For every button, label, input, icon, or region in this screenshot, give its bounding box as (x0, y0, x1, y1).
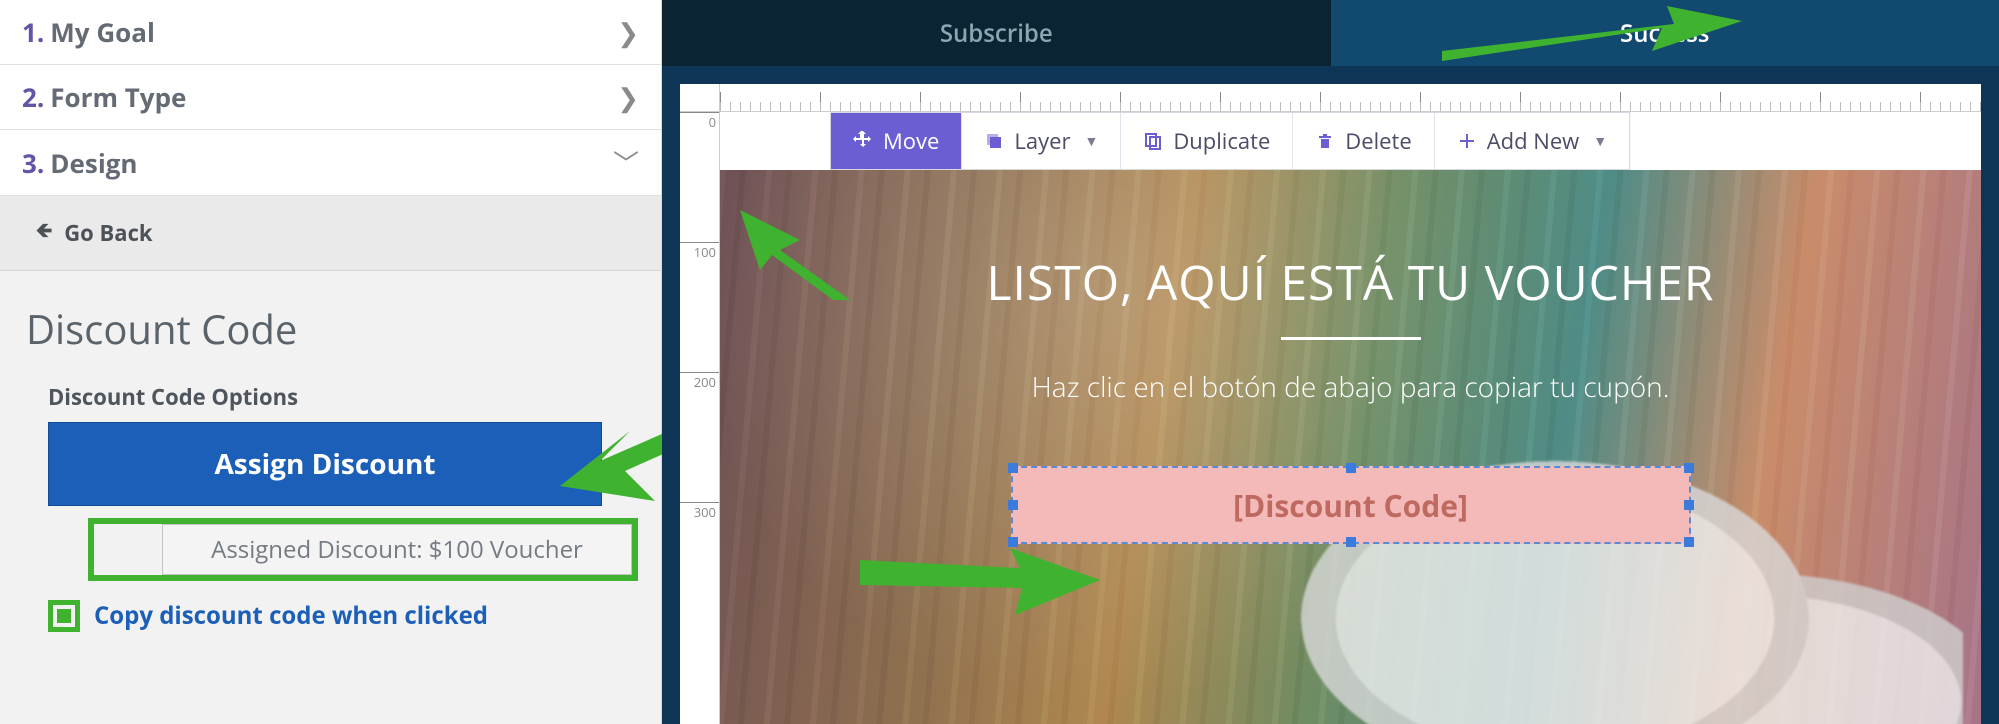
resize-handle[interactable] (1684, 463, 1694, 473)
editor: Subscribe Success 0 100 200 300 (662, 0, 1999, 724)
canvas[interactable]: Move Layer ▼ (720, 112, 1981, 724)
stage-wrap: 0 100 200 300 Move (662, 66, 1999, 724)
step-label: 2.Form Type (22, 79, 186, 115)
chevron-down-icon: ﹀ (613, 144, 639, 181)
resize-handle[interactable] (1008, 463, 1018, 473)
arrow-left-icon: 🡸 (36, 216, 52, 250)
popup-subtitle[interactable]: Haz clic en el botón de abajo para copia… (1032, 368, 1670, 406)
duplicate-button[interactable]: Duplicate (1121, 113, 1293, 169)
resize-handle[interactable] (1684, 537, 1694, 547)
trash-icon (1315, 131, 1335, 151)
options-label: Discount Code Options (48, 382, 635, 412)
layer-icon (984, 131, 1004, 151)
caret-down-icon: ▼ (1084, 132, 1098, 151)
move-icon (853, 131, 873, 151)
delete-label: Delete (1345, 126, 1411, 156)
ruler-vertical[interactable]: 0 100 200 300 (680, 112, 720, 724)
step-label: 3.Design (22, 145, 138, 181)
go-back-button[interactable]: 🡸 Go Back (0, 196, 661, 271)
add-new-label: Add New (1487, 126, 1580, 156)
step-label: 1.My Goal (22, 14, 155, 50)
ruler-horizontal[interactable] (720, 84, 1981, 112)
discount-code-element[interactable]: [Discount Code] (1011, 466, 1691, 544)
assigned-highlight: Assigned Discount: $100 Voucher (88, 518, 638, 581)
move-button[interactable]: Move (831, 113, 962, 169)
duplicate-label: Duplicate (1173, 126, 1270, 156)
discount-panel: Discount Code Discount Code Options Assi… (0, 271, 661, 724)
popup-preview[interactable]: LISTO, AQUÍ ESTÁ TU VOUCHER Haz clic en … (720, 170, 1981, 724)
ruler-tick-label: 100 (694, 243, 716, 261)
panel-title: Discount Code (26, 301, 635, 356)
duplicate-icon (1143, 131, 1163, 151)
go-back-label: Go Back (64, 218, 152, 248)
popup-divider (1281, 337, 1421, 340)
layer-button[interactable]: Layer ▼ (962, 113, 1121, 169)
sidebar: 1.My Goal ❯ 2.Form Type ❯ 3.Design ﹀ 🡸 G… (0, 0, 662, 724)
caret-down-icon: ▼ (1593, 132, 1607, 151)
add-new-button[interactable]: Add New ▼ (1435, 113, 1629, 169)
tab-success[interactable]: Success (1331, 0, 1999, 66)
ruler-tick-label: 300 (694, 503, 716, 521)
move-label: Move (883, 126, 939, 156)
discount-code-placeholder: [Discount Code] (1233, 485, 1468, 526)
resize-handle[interactable] (1008, 537, 1018, 547)
resize-handle[interactable] (1684, 500, 1694, 510)
step-design[interactable]: 3.Design ﹀ (0, 130, 661, 196)
stage: 0 100 200 300 Move (680, 84, 1981, 724)
chevron-right-icon: ❯ (617, 14, 639, 50)
ruler-tick-label: 200 (694, 373, 716, 391)
delete-button[interactable]: Delete (1293, 113, 1434, 169)
copy-label: Copy discount code when clicked (94, 599, 488, 632)
copy-when-clicked-row[interactable]: Copy discount code when clicked (48, 599, 635, 632)
copy-checkbox[interactable] (48, 600, 80, 632)
annotation-arrow-icon (740, 210, 850, 300)
layer-label: Layer (1014, 126, 1070, 156)
resize-handle[interactable] (1346, 537, 1356, 547)
ruler-corner (680, 84, 720, 112)
step-form-type[interactable]: 2.Form Type ❯ (0, 65, 661, 130)
element-toolbar: Move Layer ▼ (830, 112, 1630, 170)
tabs: Subscribe Success (662, 0, 1999, 66)
resize-handle[interactable] (1008, 500, 1018, 510)
chevron-right-icon: ❯ (617, 79, 639, 115)
resize-handle[interactable] (1346, 463, 1356, 473)
assign-discount-button[interactable]: Assign Discount (48, 422, 602, 506)
assigned-discount-text: Assigned Discount: $100 Voucher (162, 524, 632, 575)
tab-subscribe[interactable]: Subscribe (662, 0, 1331, 66)
ruler-tick-label: 0 (709, 113, 716, 131)
plus-icon (1457, 131, 1477, 151)
popup-title[interactable]: LISTO, AQUÍ ESTÁ TU VOUCHER (986, 250, 1714, 315)
step-my-goal[interactable]: 1.My Goal ❯ (0, 0, 661, 65)
